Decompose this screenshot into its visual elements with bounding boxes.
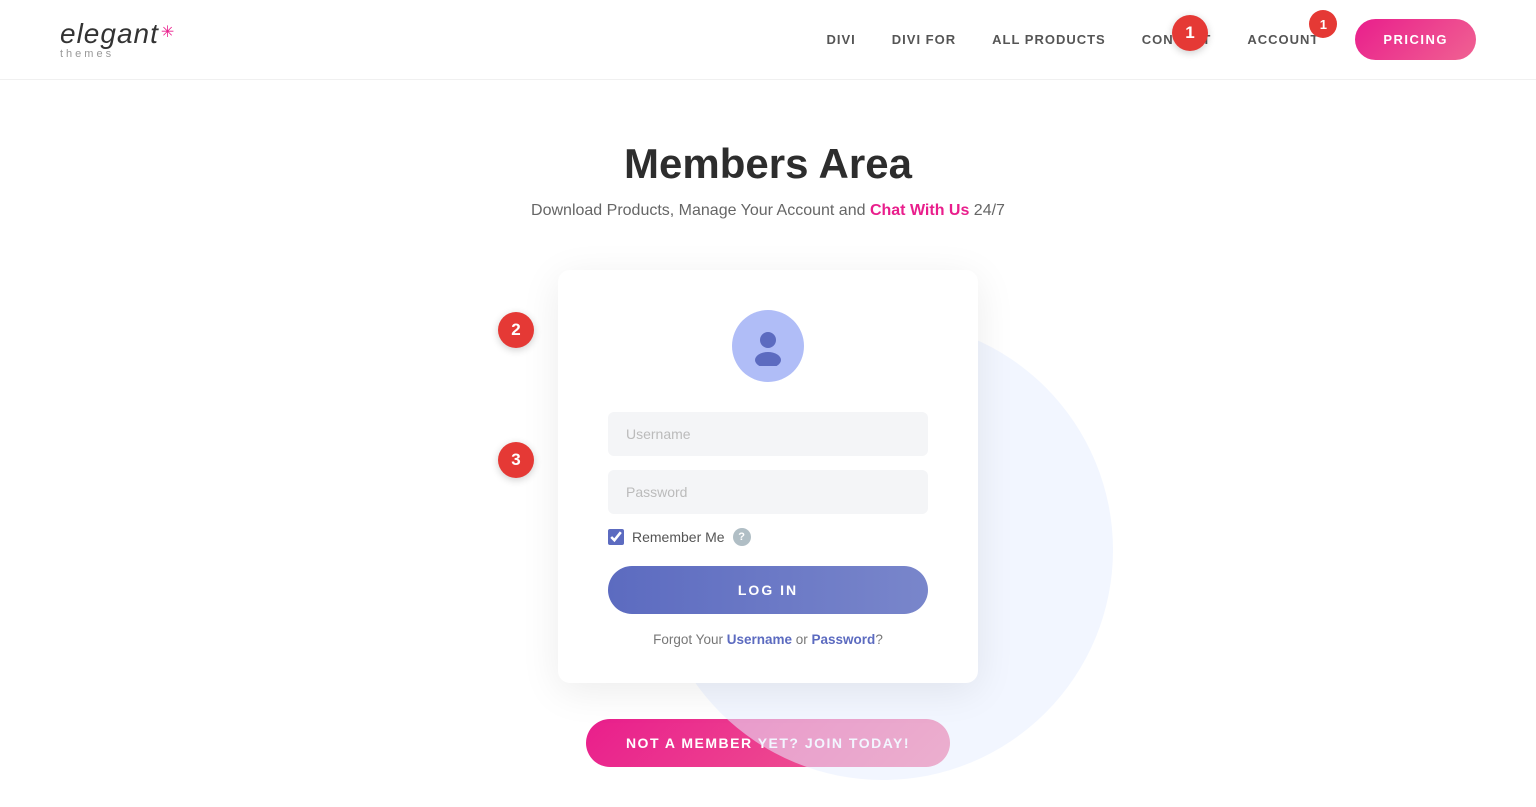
username-input[interactable] — [608, 412, 928, 456]
avatar — [732, 310, 804, 382]
login-button[interactable]: LOG IN — [608, 566, 928, 614]
forgot-row: Forgot Your Username or Password? — [608, 632, 928, 647]
navbar: elegant✳ themes DIVI DIVI FOR ALL PRODUC… — [0, 0, 1536, 80]
avatar-wrap — [608, 310, 928, 382]
remember-label: Remember Me — [632, 529, 725, 545]
forgot-username-link[interactable]: Username — [727, 632, 792, 647]
nav-links: DIVI DIVI FOR ALL PRODUCTS CONTACT ACCOU… — [826, 19, 1476, 60]
forgot-password-link[interactable]: Password — [812, 632, 876, 647]
forgot-prefix: Forgot Your — [653, 632, 727, 647]
login-card: Remember Me ? LOG IN Forgot Your Usernam… — [558, 270, 978, 683]
nav-all-products[interactable]: ALL PRODUCTS — [992, 32, 1106, 47]
annotation-badge-3: 3 — [498, 442, 534, 478]
remember-checkbox[interactable] — [608, 529, 624, 545]
password-group — [608, 470, 928, 514]
hero-subtitle: Download Products, Manage Your Account a… — [0, 202, 1536, 220]
logo[interactable]: elegant✳ themes — [60, 19, 174, 60]
card-area: 2 3 Remember Me ? LOG IN — [0, 270, 1536, 683]
nav-divi-for[interactable]: DIVI FOR — [892, 32, 956, 47]
user-avatar-icon — [748, 326, 788, 366]
forgot-suffix: ? — [875, 632, 883, 647]
annotation-badge-2: 2 — [498, 312, 534, 348]
account-badge: 1 — [1309, 10, 1337, 38]
logo-subtext: themes — [60, 48, 174, 60]
help-icon[interactable]: ? — [733, 528, 751, 546]
hero-subtitle-suffix: 24/7 — [969, 202, 1005, 219]
remember-row: Remember Me ? — [608, 528, 928, 546]
nav-account-wrap: ACCOUNT 1 — [1247, 32, 1319, 47]
nav-account[interactable]: ACCOUNT — [1247, 32, 1319, 47]
forgot-or: or — [792, 632, 812, 647]
username-group — [608, 412, 928, 456]
hero-section: Members Area Download Products, Manage Y… — [0, 80, 1536, 240]
page-title: Members Area — [0, 140, 1536, 188]
password-input[interactable] — [608, 470, 928, 514]
pricing-button[interactable]: PRICING — [1355, 19, 1476, 60]
hero-subtitle-prefix: Download Products, Manage Your Account a… — [531, 202, 870, 219]
nav-divi[interactable]: DIVI — [826, 32, 855, 47]
annotation-badge-1: 1 — [1172, 15, 1208, 51]
chat-link[interactable]: Chat With Us — [870, 202, 969, 219]
